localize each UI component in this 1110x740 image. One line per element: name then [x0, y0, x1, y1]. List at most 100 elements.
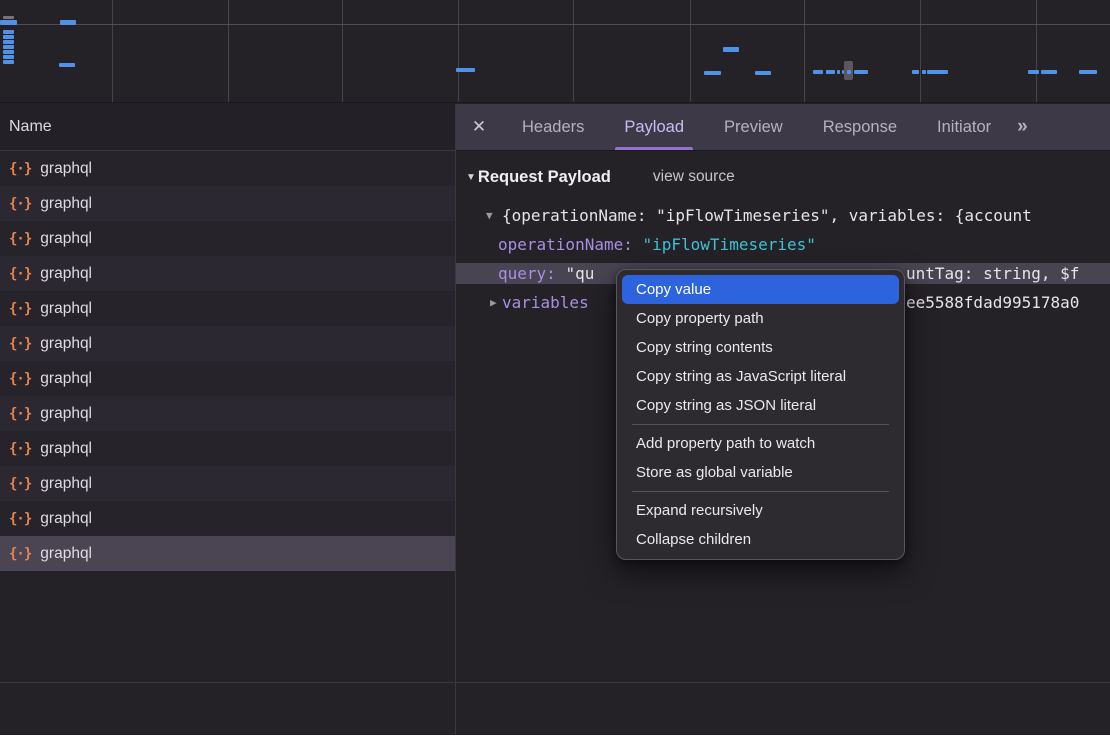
request-row[interactable]: {·}graphql — [0, 326, 455, 361]
request-row[interactable]: {·}graphql — [0, 466, 455, 501]
request-row[interactable]: {·} graphql — [0, 186, 455, 221]
name-column-header[interactable]: Name — [0, 104, 455, 151]
view-source-link[interactable]: view source — [653, 168, 735, 186]
overview-gridline — [112, 0, 113, 102]
request-name: graphql — [40, 440, 92, 458]
overview-gridline — [573, 0, 574, 102]
tab-payload[interactable]: Payload — [615, 104, 693, 150]
property-value-right: untTag: string, $f — [906, 259, 1079, 288]
request-timing-bar[interactable] — [3, 35, 14, 39]
request-timing-bar[interactable] — [826, 70, 835, 74]
request-timing-bar[interactable] — [912, 70, 919, 74]
request-row[interactable]: {·} graphql — [0, 151, 455, 186]
request-name: graphql — [40, 160, 92, 178]
property-value-right: ee5588fdad995178a0 — [906, 288, 1079, 317]
expand-down-icon[interactable]: ▼ — [486, 201, 493, 230]
json-file-icon: {·} — [9, 476, 31, 492]
menu-item-copy-string-contents[interactable]: Copy string contents — [622, 333, 899, 362]
property-value-left: "qu — [565, 264, 594, 283]
request-timing-bar[interactable] — [3, 50, 14, 54]
overview-gridline — [1036, 0, 1037, 102]
overview-row-divider — [0, 24, 1110, 25]
menu-item-copy-string-as-javascript-literal[interactable]: Copy string as JavaScript literal — [622, 362, 899, 391]
menu-item-collapse-children[interactable]: Collapse children — [622, 525, 899, 554]
request-timing-bar[interactable] — [755, 71, 771, 75]
request-timing-bar[interactable] — [0, 20, 17, 25]
expand-right-icon[interactable]: ▶ — [490, 288, 497, 317]
request-timing-bar[interactable] — [813, 70, 823, 74]
request-timing-bar[interactable] — [922, 70, 926, 74]
request-timing-bar[interactable] — [1028, 70, 1039, 74]
menu-divider — [632, 424, 889, 425]
menu-item-copy-value[interactable]: Copy value — [622, 275, 899, 304]
network-panel-body: Name {·}graphql{·}graphql{·}graphql{·}gr… — [0, 104, 1110, 682]
menu-item-store-as-global-variable[interactable]: Store as global variable — [622, 458, 899, 487]
menu-item-expand-recursively[interactable]: Expand recursively — [622, 496, 899, 525]
request-name: graphql — [40, 510, 92, 528]
request-timing-bar[interactable] — [723, 47, 739, 52]
request-name: graphql — [40, 230, 92, 248]
tab-initiator[interactable]: Initiator — [928, 104, 1000, 150]
request-timing-bar[interactable] — [1041, 70, 1057, 74]
request-timing-bar[interactable] — [3, 55, 14, 59]
request-timing-bar[interactable] — [3, 45, 14, 49]
tree-row-root[interactable]: ▼ {operationName: "ipFlowTimeseries", va… — [456, 201, 1110, 230]
context-menu: Copy valueCopy property pathCopy string … — [616, 269, 905, 560]
request-payload-section-header[interactable]: ▼ Request Payload view source — [456, 163, 1110, 191]
overview-gridline — [920, 0, 921, 102]
request-timing-bar[interactable] — [704, 71, 721, 75]
request-timing-bar[interactable] — [59, 63, 75, 67]
request-timing-bar[interactable] — [3, 30, 14, 34]
overview-gridline — [690, 0, 691, 102]
request-timing-bar[interactable] — [456, 68, 475, 72]
request-row[interactable]: {·}graphql — [0, 431, 455, 466]
json-file-icon: {·} — [9, 371, 31, 387]
request-timing-bar[interactable] — [60, 20, 76, 25]
request-row[interactable]: {·}graphql — [0, 361, 455, 396]
tab-headers[interactable]: Headers — [513, 104, 593, 150]
menu-item-copy-property-path[interactable]: Copy property path — [622, 304, 899, 333]
request-timing-bar[interactable] — [3, 16, 14, 19]
request-timing-bar[interactable] — [1079, 70, 1097, 74]
json-file-icon: {·} — [9, 511, 31, 527]
json-file-icon: {·} — [9, 231, 31, 247]
request-name: graphql — [40, 545, 92, 563]
request-row[interactable]: {·} graphql — [0, 501, 455, 536]
root-summary-text: {operationName: "ipFlowTimeseries", vari… — [502, 206, 1032, 225]
network-overview-timeline[interactable] — [0, 0, 1110, 103]
request-row[interactable]: {·} graphql — [0, 536, 455, 571]
summary-bar — [0, 682, 1110, 735]
request-timing-bar[interactable] — [3, 60, 14, 64]
json-file-icon: {·} — [9, 196, 31, 212]
json-file-icon: {·} — [9, 406, 31, 422]
request-timing-bar[interactable] — [847, 70, 851, 74]
request-rows: {·} graphql {·} graphql {·} graphql {·} graphql… — [0, 151, 455, 571]
json-file-icon: {·} — [9, 266, 31, 282]
menu-item-add-property-path-to-watch[interactable]: Add property path to watch — [622, 429, 899, 458]
tab-response[interactable]: Response — [814, 104, 906, 150]
section-expand-icon[interactable]: ▼ — [466, 172, 476, 183]
request-row[interactable]: {·} graphql — [0, 396, 455, 431]
request-timing-bar[interactable] — [854, 70, 868, 74]
property-key: operationName: — [498, 235, 643, 254]
request-timing-bar[interactable] — [837, 70, 840, 74]
tree-row-operationname[interactable]: operationName: "ipFlowTimeseries" — [456, 230, 1110, 259]
request-row[interactable]: {·}graphql — [0, 256, 455, 291]
request-row[interactable]: {·} graphql — [0, 221, 455, 256]
request-timing-bar[interactable] — [927, 70, 948, 74]
request-name: graphql — [40, 195, 92, 213]
close-icon[interactable]: ✕ — [456, 104, 502, 150]
tab-preview[interactable]: Preview — [715, 104, 792, 150]
json-file-icon: {·} — [9, 546, 31, 562]
menu-item-copy-string-as-json-literal[interactable]: Copy string as JSON literal — [622, 391, 899, 420]
name-column-label: Name — [9, 118, 52, 136]
more-tabs-icon[interactable]: » — [1017, 104, 1026, 150]
request-name: graphql — [40, 405, 92, 423]
section-title: Request Payload — [478, 168, 611, 187]
overview-gridline — [458, 0, 459, 102]
json-file-icon: {·} — [9, 161, 31, 177]
overview-gridline — [228, 0, 229, 102]
request-row[interactable]: {·}graphql — [0, 291, 455, 326]
json-file-icon: {·} — [9, 301, 31, 317]
request-timing-bar[interactable] — [3, 40, 14, 44]
